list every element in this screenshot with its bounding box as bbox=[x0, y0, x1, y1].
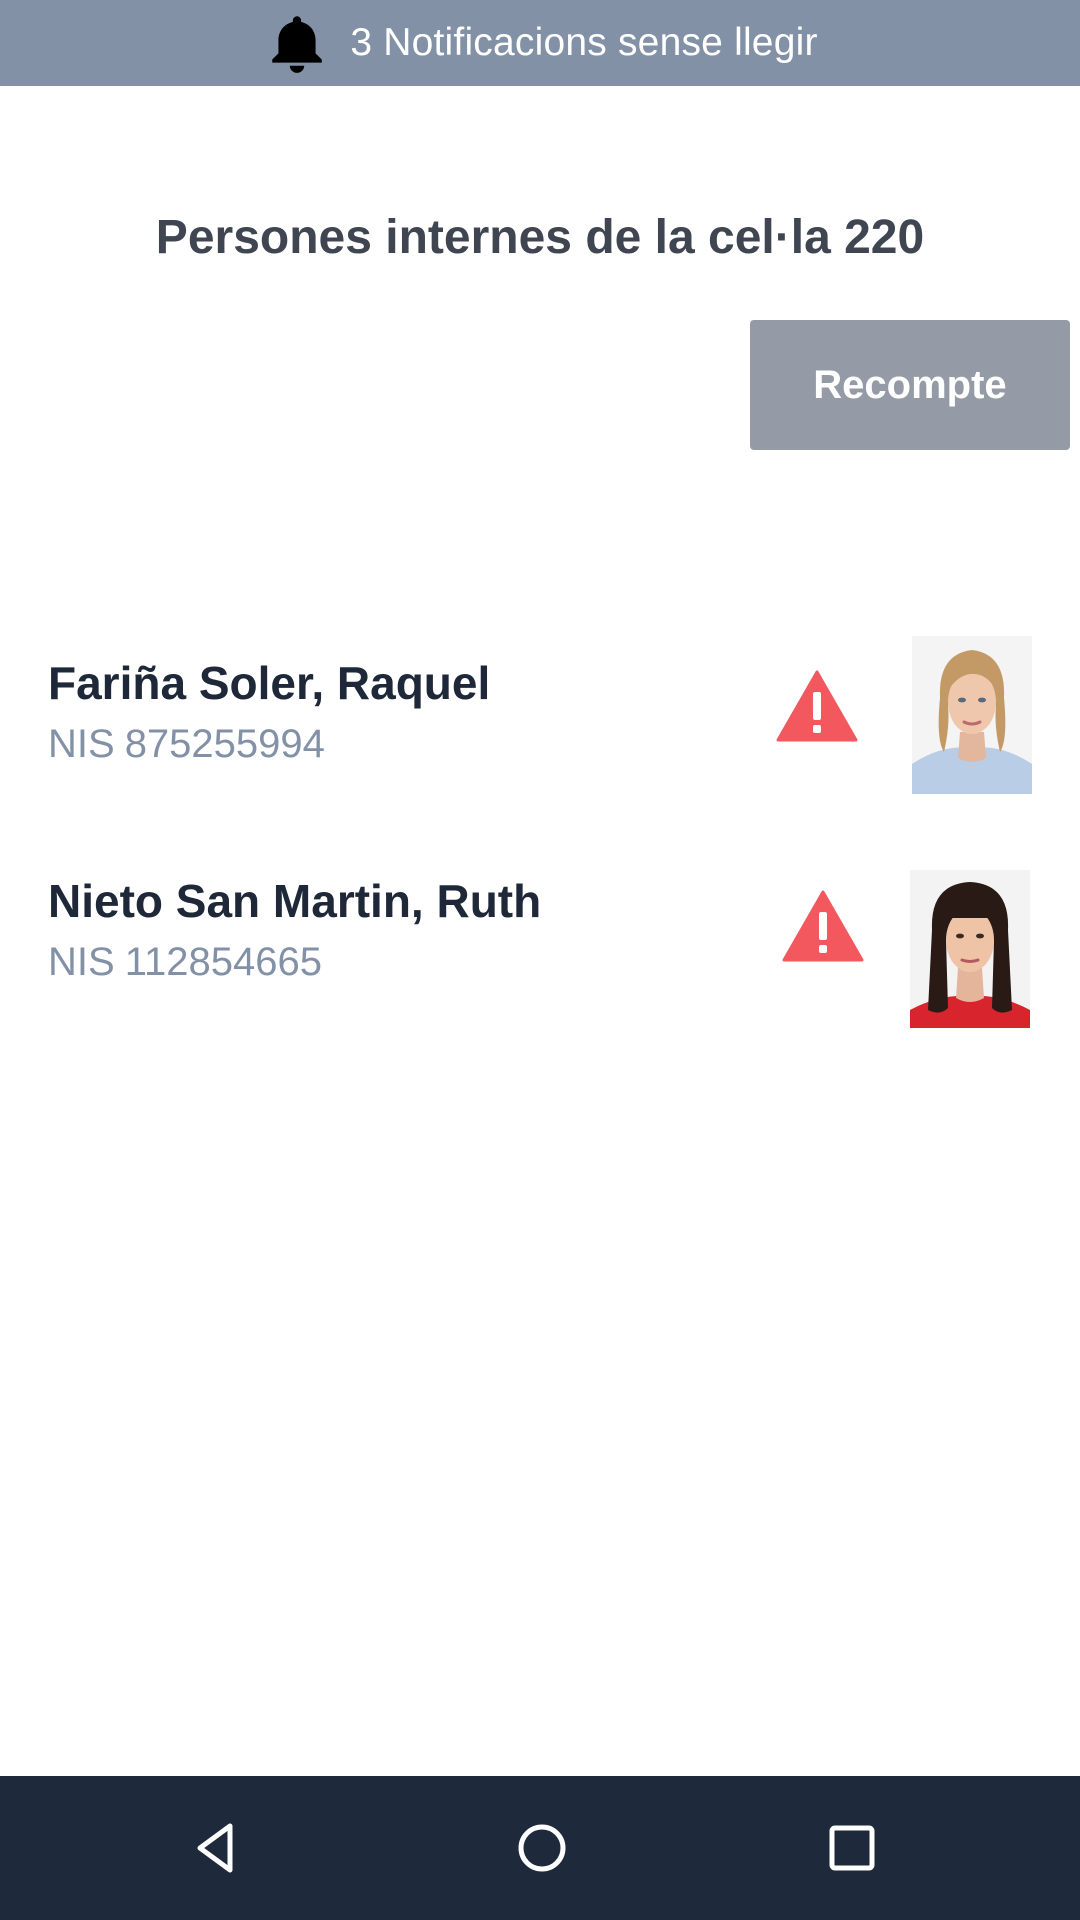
recents-square-icon[interactable] bbox=[822, 1818, 882, 1878]
bell-icon bbox=[262, 8, 332, 78]
back-triangle-icon[interactable] bbox=[186, 1818, 246, 1878]
inmate-nis: NIS 112854665 bbox=[48, 940, 322, 985]
inmate-name: Nieto San Martin, Ruth bbox=[48, 875, 542, 927]
home-circle-icon[interactable] bbox=[512, 1818, 572, 1878]
nis-label: NIS bbox=[48, 722, 115, 766]
recount-button[interactable]: Recompte bbox=[750, 320, 1070, 450]
inmate-name: Fariña Soler, Raquel bbox=[48, 657, 491, 709]
list-item[interactable]: Nieto San Martin, Ruth NIS 112854665 bbox=[0, 838, 1080, 1056]
list-item[interactable]: Fariña Soler, Raquel NIS 875255994 bbox=[0, 620, 1080, 838]
nis-value: 112854665 bbox=[124, 940, 322, 984]
notification-text: 3 Notificacions sense llegir bbox=[350, 21, 818, 64]
warning-icon[interactable] bbox=[776, 670, 858, 742]
person-photo[interactable] bbox=[912, 636, 1032, 794]
nis-label: NIS bbox=[48, 940, 115, 984]
nis-value: 875255994 bbox=[124, 722, 325, 766]
inmate-list: Fariña Soler, Raquel NIS 875255994 Nieto… bbox=[0, 620, 1080, 1056]
navigation-bar bbox=[0, 1776, 1080, 1920]
screen: 3 Notificacions sense llegir Persones in… bbox=[0, 0, 1080, 1920]
page-title: Persones internes de la cel·la 220 bbox=[155, 211, 925, 264]
warning-icon[interactable] bbox=[782, 890, 864, 962]
inmate-nis: NIS 875255994 bbox=[48, 722, 325, 767]
notification-bar[interactable]: 3 Notificacions sense llegir bbox=[0, 0, 1080, 86]
person-photo[interactable] bbox=[910, 870, 1030, 1028]
